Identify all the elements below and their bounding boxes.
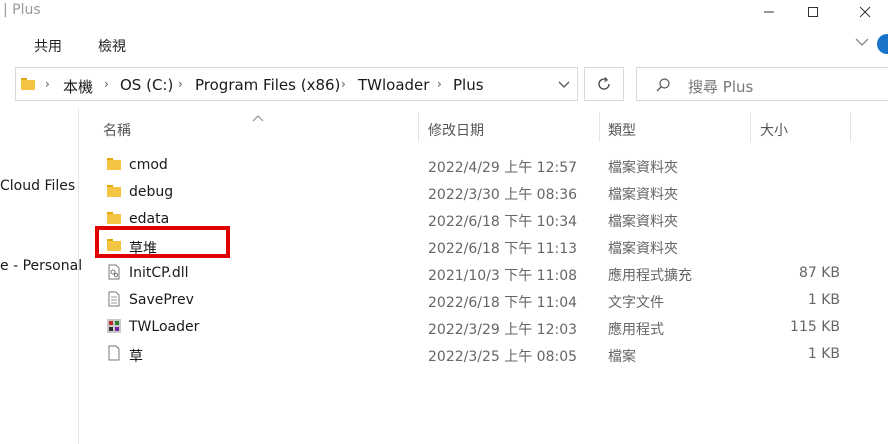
folder-icon bbox=[107, 185, 121, 197]
file-size: 87 KB bbox=[798, 265, 840, 281]
column-divider[interactable] bbox=[599, 112, 600, 142]
file-date: 2022/3/30 上午 08:36 bbox=[428, 187, 578, 203]
chevron-right-icon[interactable]: › bbox=[104, 77, 109, 91]
close-icon bbox=[859, 6, 871, 18]
chevron-right-icon[interactable]: › bbox=[178, 77, 183, 91]
nav-item-cloud-files[interactable]: Cloud Files bbox=[0, 178, 75, 194]
file-date: 2022/6/18 下午 10:34 bbox=[428, 214, 578, 230]
file-type: 檔案 bbox=[608, 349, 636, 365]
file-name: 草 bbox=[129, 349, 143, 365]
nav-item-personal[interactable]: e - Personal bbox=[0, 258, 82, 274]
ribbon-expand-chevron-icon[interactable] bbox=[855, 36, 869, 50]
file-type: 檔案資料夾 bbox=[608, 214, 678, 230]
sort-ascending-icon bbox=[252, 110, 264, 126]
search-icon bbox=[656, 78, 670, 92]
text-file-icon bbox=[108, 291, 120, 307]
file-row[interactable]: TWLoader 2022/3/29 上午 12:03 應用程式 115 KB bbox=[98, 313, 858, 340]
file-row[interactable]: cmod 2022/4/29 上午 12:57 檔案資料夾 bbox=[98, 151, 858, 178]
file-name: TWLoader bbox=[129, 319, 200, 335]
folder-icon bbox=[107, 158, 121, 170]
file-date: 2022/6/18 下午 11:04 bbox=[428, 295, 578, 311]
file-size: 1 KB bbox=[807, 346, 840, 362]
file-size: 1 KB bbox=[807, 292, 840, 308]
folder-icon bbox=[107, 212, 121, 224]
chevron-right-icon[interactable]: › bbox=[341, 77, 346, 91]
file-row[interactable]: 草 2022/3/25 上午 08:05 檔案 1 KB bbox=[98, 340, 858, 367]
column-header-name[interactable]: 名稱 bbox=[103, 120, 131, 140]
tab-view[interactable]: 檢視 bbox=[98, 36, 126, 56]
app-icon bbox=[107, 319, 121, 333]
title-bar: | Plus bbox=[0, 0, 888, 26]
chevron-right-icon[interactable]: › bbox=[45, 77, 50, 91]
refresh-icon bbox=[598, 77, 610, 90]
column-divider[interactable] bbox=[750, 112, 751, 142]
maximize-icon bbox=[808, 7, 818, 17]
file-size: 115 KB bbox=[790, 319, 840, 335]
file-name: cmod bbox=[129, 157, 168, 173]
minimize-icon bbox=[764, 11, 774, 13]
file-name: debug bbox=[129, 184, 174, 200]
refresh-button[interactable] bbox=[584, 67, 624, 101]
file-name: InitCP.dll bbox=[129, 265, 189, 281]
file-date: 2022/6/18 下午 11:13 bbox=[428, 241, 578, 257]
file-date: 2022/3/25 上午 08:05 bbox=[428, 349, 578, 365]
column-divider[interactable] bbox=[418, 112, 419, 142]
maximize-button[interactable] bbox=[790, 0, 836, 24]
column-header-size[interactable]: 大小 bbox=[760, 120, 788, 140]
highlight-box bbox=[95, 226, 230, 258]
dll-file-icon bbox=[108, 264, 120, 280]
column-header-date[interactable]: 修改日期 bbox=[428, 120, 484, 140]
address-dropdown-chevron-icon[interactable] bbox=[558, 78, 570, 94]
search-placeholder: 搜尋 Plus bbox=[688, 78, 754, 96]
file-date: 2022/4/29 上午 12:57 bbox=[428, 160, 578, 176]
column-divider[interactable] bbox=[850, 112, 851, 142]
file-type: 檔案資料夾 bbox=[608, 187, 678, 203]
column-header-type[interactable]: 類型 bbox=[608, 120, 636, 140]
window-title: | Plus bbox=[3, 2, 41, 18]
close-button[interactable] bbox=[842, 0, 888, 24]
file-type: 應用程式 bbox=[608, 322, 664, 338]
file-type: 文字文件 bbox=[608, 295, 664, 311]
file-name: edata bbox=[129, 211, 170, 227]
file-date: 2022/3/29 上午 12:03 bbox=[428, 322, 578, 338]
tab-share[interactable]: 共用 bbox=[34, 36, 62, 56]
file-type: 應用程式擴充 bbox=[608, 268, 692, 284]
minimize-button[interactable] bbox=[746, 0, 792, 24]
file-row[interactable]: debug 2022/3/30 上午 08:36 檔案資料夾 bbox=[98, 178, 858, 205]
chevron-right-icon[interactable]: › bbox=[437, 77, 442, 91]
folder-icon bbox=[20, 76, 36, 96]
breadcrumb-plus[interactable]: Plus bbox=[453, 76, 484, 94]
nav-pane-divider bbox=[78, 108, 79, 444]
breadcrumb-this-pc[interactable]: 本機 bbox=[63, 76, 93, 97]
file-row[interactable]: InitCP.dll 2021/10/3 下午 11:08 應用程式擴充 87 KB bbox=[98, 259, 858, 286]
breadcrumb-program-files[interactable]: Program Files (x86) bbox=[195, 76, 340, 94]
file-type: 檔案資料夾 bbox=[608, 241, 678, 257]
blank-file-icon bbox=[108, 345, 120, 361]
file-type: 檔案資料夾 bbox=[608, 160, 678, 176]
help-icon[interactable] bbox=[877, 34, 888, 54]
file-date: 2021/10/3 下午 11:08 bbox=[428, 268, 578, 284]
breadcrumb-drive[interactable]: OS (C:) bbox=[120, 76, 173, 94]
file-row[interactable]: SavePrev 2022/6/18 下午 11:04 文字文件 1 KB bbox=[98, 286, 858, 313]
breadcrumb-twloader[interactable]: TWloader bbox=[358, 76, 429, 94]
file-name: SavePrev bbox=[129, 292, 194, 308]
search-box[interactable]: 搜尋 Plus bbox=[636, 67, 888, 101]
